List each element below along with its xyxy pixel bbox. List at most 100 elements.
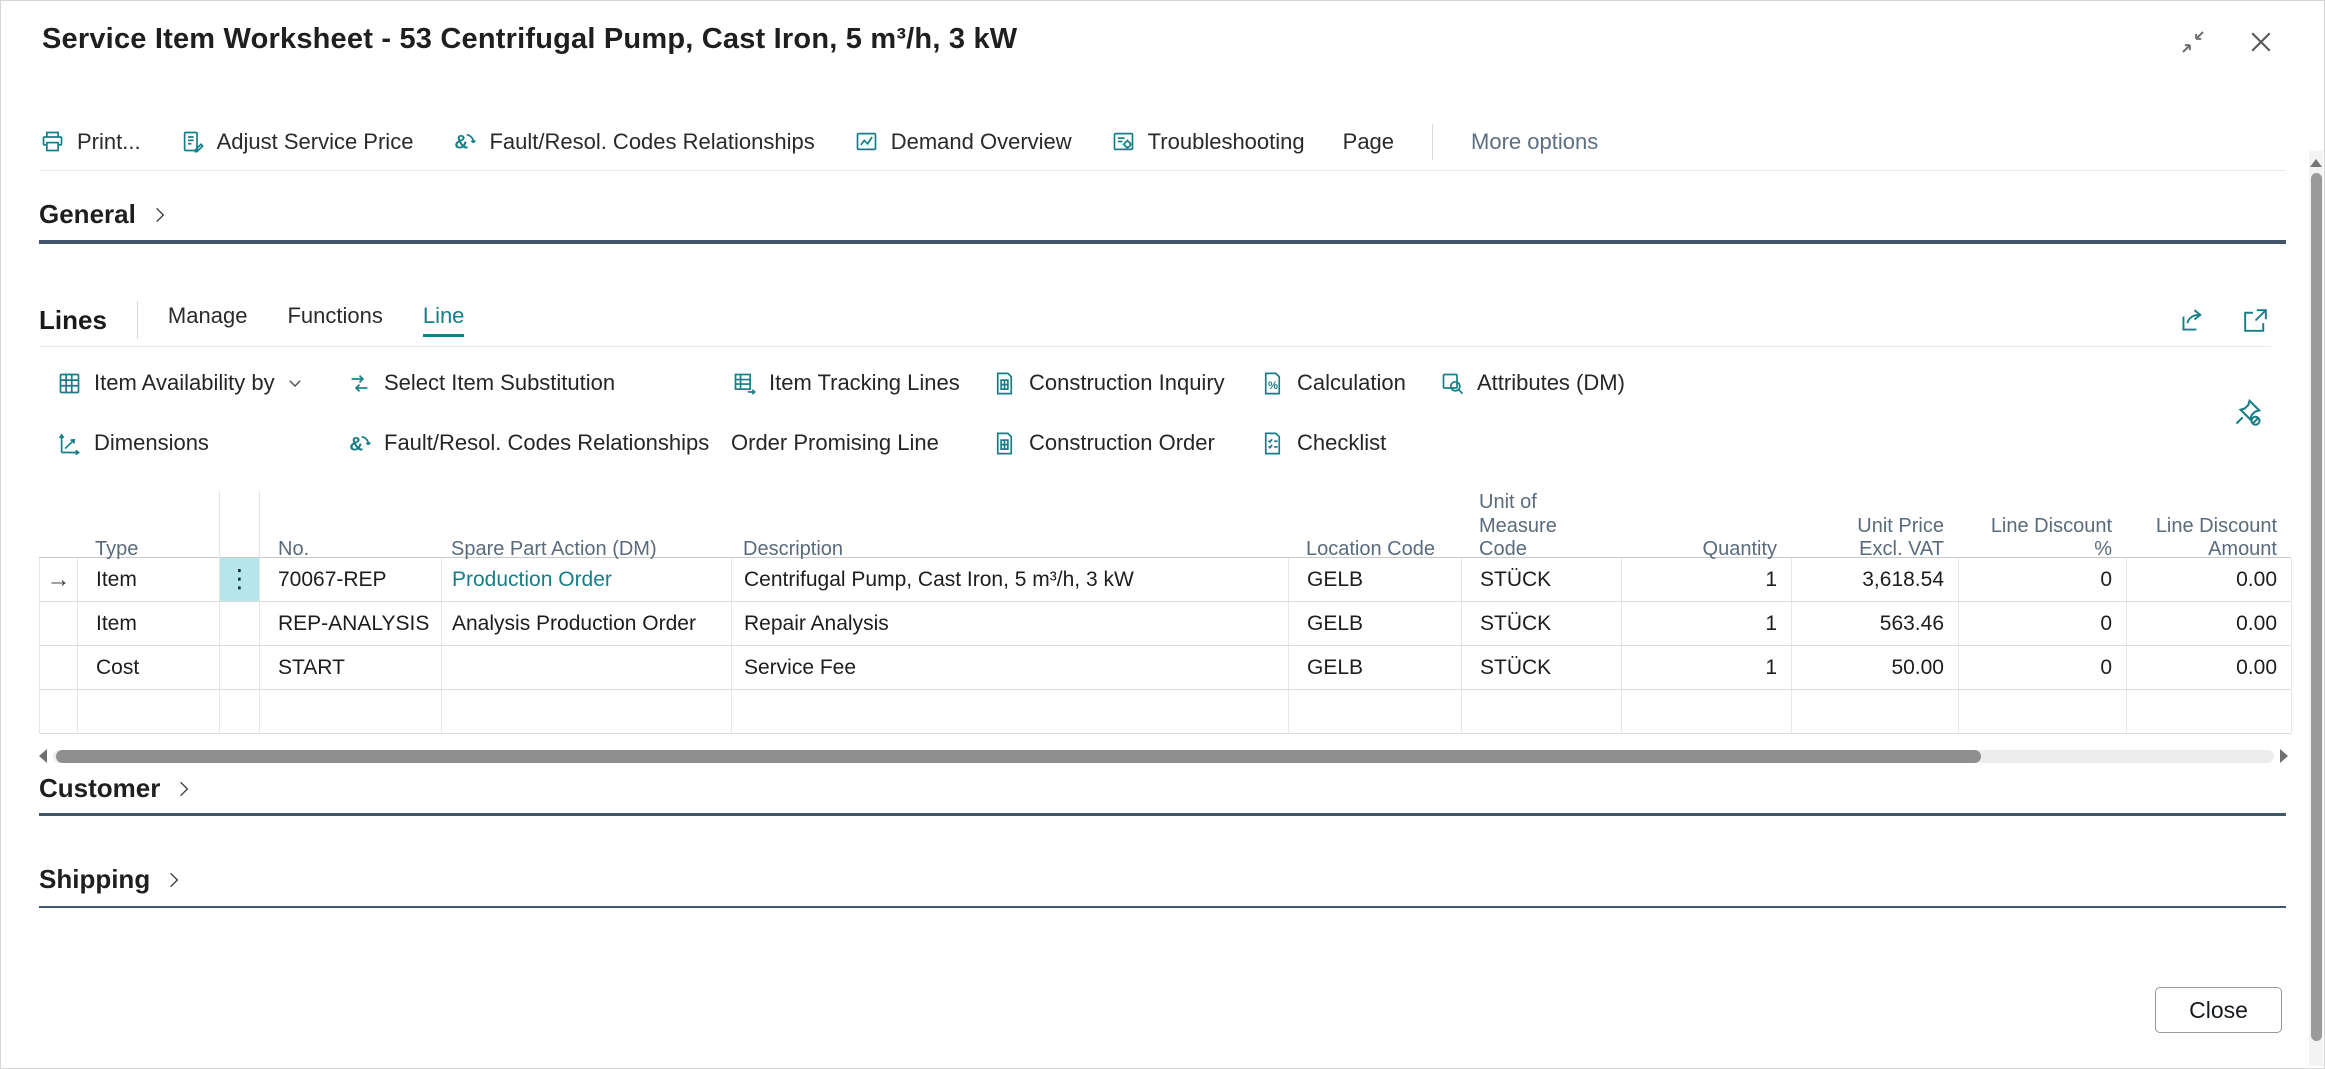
service-item-worksheet-dialog: Service Item Worksheet - 53 Centrifugal … <box>0 0 2325 1069</box>
select-item-substitution-button[interactable]: Select Item Substitution <box>346 370 731 397</box>
quantity-cell[interactable]: 1 <box>1622 558 1792 601</box>
construction-inquiry-button[interactable]: Construction Inquiry <box>991 370 1259 397</box>
line-actions-row1: Item Availability by Select Item Substit… <box>56 353 2194 413</box>
spare-part-action-cell[interactable] <box>442 646 732 689</box>
lines-part-icons <box>2177 305 2271 336</box>
spare-part-action-cell[interactable] <box>442 690 732 733</box>
item-tracking-lines-button[interactable]: Item Tracking Lines <box>731 370 991 397</box>
lines-tabs: Manage Functions Line <box>168 303 465 337</box>
order-promising-line-button[interactable]: Order Promising Line <box>731 430 991 456</box>
spare-part-action-cell[interactable]: Production Order <box>442 558 732 601</box>
page-menu-button[interactable]: Page <box>1343 129 1394 155</box>
horizontal-scrollbar-track[interactable] <box>53 750 2274 763</box>
horizontal-scrollbar-thumb[interactable] <box>56 750 1981 763</box>
line-discount-pct-cell[interactable] <box>1959 690 2127 733</box>
construction-order-button[interactable]: Construction Order <box>991 430 1259 457</box>
gear-box-icon <box>1110 128 1137 155</box>
unit-of-measure-cell[interactable]: STÜCK <box>1462 558 1622 601</box>
close-button[interactable]: Close <box>2155 987 2282 1033</box>
scroll-right-arrow-icon[interactable] <box>2280 749 2288 763</box>
line-discount-amount-cell[interactable]: 0.00 <box>2127 558 2292 601</box>
quantity-cell[interactable]: 1 <box>1622 602 1792 645</box>
shipping-section-header[interactable]: Shipping <box>39 864 2286 895</box>
troubleshooting-button[interactable]: Troubleshooting <box>1110 128 1305 155</box>
current-row-arrow-icon: → <box>47 566 71 594</box>
vertical-scrollbar[interactable] <box>2309 151 2323 1066</box>
more-options-button[interactable]: More options <box>1471 129 1598 155</box>
unit-price-cell[interactable] <box>1792 690 1959 733</box>
tab-manage[interactable]: Manage <box>168 303 248 337</box>
checklist-button[interactable]: Checklist <box>1259 430 1439 457</box>
row-options-cell[interactable] <box>220 646 260 689</box>
description-cell[interactable] <box>732 690 1289 733</box>
line-discount-pct-cell[interactable]: 0 <box>1959 602 2127 645</box>
tab-functions[interactable]: Functions <box>287 303 382 337</box>
unit-of-measure-cell[interactable] <box>1462 690 1622 733</box>
no-cell[interactable]: REP-ANALYSIS <box>260 602 442 645</box>
line-discount-amount-cell[interactable]: 0.00 <box>2127 602 2292 645</box>
unit-price-cell[interactable]: 563.46 <box>1792 602 1959 645</box>
unit-price-cell[interactable]: 3,618.54 <box>1792 558 1959 601</box>
line-discount-amount-cell[interactable]: 0.00 <box>2127 646 2292 689</box>
substitution-icon <box>346 370 373 397</box>
line-discount-amount-cell[interactable] <box>2127 690 2292 733</box>
location-code-cell[interactable] <box>1289 690 1462 733</box>
type-cell[interactable]: Item <box>78 558 220 601</box>
attributes-dm-button[interactable]: Attributes (DM) <box>1439 370 2194 397</box>
location-code-cell[interactable]: GELB <box>1289 646 1462 689</box>
row-options-cell[interactable] <box>220 690 260 733</box>
window-controls <box>2178 27 2276 57</box>
description-cell[interactable]: Repair Analysis <box>732 602 1289 645</box>
customer-section-header[interactable]: Customer <box>39 773 2286 804</box>
table-row: Item REP-ANALYSIS Analysis Production Or… <box>39 602 2291 646</box>
line-actions-row2: Dimensions & Fault/Resol. Codes Relation… <box>56 413 2194 473</box>
fault-resol-codes-line-button[interactable]: & Fault/Resol. Codes Relationships <box>346 430 731 457</box>
unit-price-cell[interactable]: 50.00 <box>1792 646 1959 689</box>
open-in-new-window-icon[interactable] <box>2240 305 2271 336</box>
unpin-pane-icon[interactable] <box>2231 396 2264 429</box>
no-cell[interactable]: START <box>260 646 442 689</box>
quantity-cell[interactable]: 1 <box>1622 646 1792 689</box>
unit-of-measure-cell[interactable]: STÜCK <box>1462 602 1622 645</box>
type-cell[interactable] <box>78 690 220 733</box>
fault-resol-codes-button[interactable]: & Fault/Resol. Codes Relationships <box>451 128 814 155</box>
demand-overview-button[interactable]: Demand Overview <box>853 128 1072 155</box>
svg-text:%: % <box>1268 380 1278 392</box>
calculation-button[interactable]: % Calculation <box>1259 370 1439 397</box>
scroll-up-arrow-icon[interactable] <box>2310 159 2322 167</box>
line-discount-pct-cell[interactable]: 0 <box>1959 646 2127 689</box>
scroll-left-arrow-icon[interactable] <box>39 749 47 763</box>
unit-of-measure-cell[interactable]: STÜCK <box>1462 646 1622 689</box>
general-section-header[interactable]: General <box>39 199 2286 230</box>
no-cell[interactable]: 70067-REP <box>260 558 442 601</box>
svg-text:&: & <box>455 132 469 153</box>
location-code-cell[interactable]: GELB <box>1289 558 1462 601</box>
location-code-cell[interactable]: GELB <box>1289 602 1462 645</box>
description-cell[interactable]: Service Fee <box>732 646 1289 689</box>
no-cell[interactable] <box>260 690 442 733</box>
print-button[interactable]: Print... <box>39 128 141 155</box>
section-shipping: Shipping <box>39 855 2286 908</box>
type-cell[interactable]: Item <box>78 602 220 645</box>
lines-divider <box>137 301 138 339</box>
construction-document-icon <box>991 370 1018 397</box>
share-icon[interactable] <box>2177 305 2208 336</box>
spare-part-action-cell[interactable]: Analysis Production Order <box>442 602 732 645</box>
description-cell[interactable]: Centrifugal Pump, Cast Iron, 5 m³/h, 3 k… <box>732 558 1289 601</box>
tab-line[interactable]: Line <box>423 303 465 337</box>
adjust-service-price-button[interactable]: Adjust Service Price <box>179 128 414 155</box>
type-cell[interactable]: Cost <box>78 646 220 689</box>
item-availability-by-button[interactable]: Item Availability by <box>56 370 346 397</box>
quantity-cell[interactable] <box>1622 690 1792 733</box>
line-discount-pct-cell[interactable]: 0 <box>1959 558 2127 601</box>
vertical-scrollbar-thumb[interactable] <box>2311 173 2322 1041</box>
tracking-grid-icon <box>731 370 758 397</box>
chevron-right-icon <box>150 203 170 227</box>
table-row: → Item ⋮ 70067-REP Production Order Cent… <box>39 558 2291 602</box>
restore-window-icon[interactable] <box>2178 27 2208 57</box>
dimensions-button[interactable]: Dimensions <box>56 430 346 457</box>
row-options-cell[interactable]: ⋮ <box>220 558 260 601</box>
close-window-icon[interactable] <box>2246 27 2276 57</box>
row-options-cell[interactable] <box>220 602 260 645</box>
printer-icon <box>39 128 66 155</box>
